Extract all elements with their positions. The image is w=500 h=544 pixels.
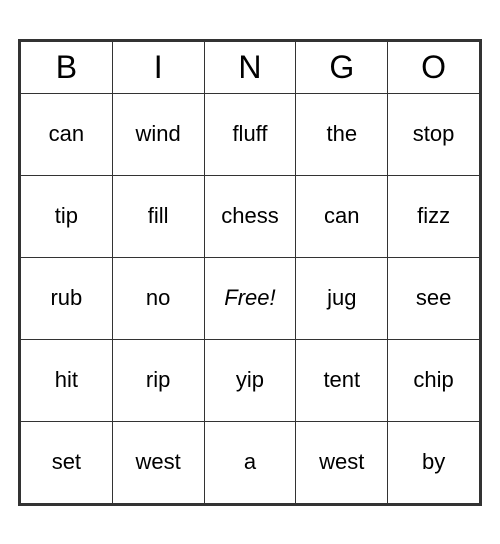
bingo-cell-2-3: jug (296, 257, 388, 339)
bingo-row-4: setwestawestby (21, 421, 480, 503)
bingo-row-2: rubnoFree!jugsee (21, 257, 480, 339)
bingo-card: BINGO canwindfluffthestoptipfillchesscan… (18, 39, 482, 506)
bingo-cell-3-1: rip (112, 339, 204, 421)
header-cell-b: B (21, 41, 113, 93)
bingo-cell-3-3: tent (296, 339, 388, 421)
bingo-cell-2-4: see (388, 257, 480, 339)
bingo-cell-1-2: chess (204, 175, 296, 257)
bingo-cell-4-0: set (21, 421, 113, 503)
bingo-cell-4-3: west (296, 421, 388, 503)
bingo-cell-4-4: by (388, 421, 480, 503)
bingo-cell-1-3: can (296, 175, 388, 257)
bingo-cell-0-1: wind (112, 93, 204, 175)
bingo-cell-1-4: fizz (388, 175, 480, 257)
bingo-cell-3-4: chip (388, 339, 480, 421)
bingo-cell-1-1: fill (112, 175, 204, 257)
bingo-cell-3-0: hit (21, 339, 113, 421)
bingo-cell-2-1: no (112, 257, 204, 339)
bingo-row-0: canwindfluffthestop (21, 93, 480, 175)
header-row: BINGO (21, 41, 480, 93)
bingo-cell-1-0: tip (21, 175, 113, 257)
bingo-row-3: hitripyiptentchip (21, 339, 480, 421)
bingo-cell-2-2: Free! (204, 257, 296, 339)
header-cell-o: O (388, 41, 480, 93)
bingo-cell-0-2: fluff (204, 93, 296, 175)
bingo-cell-0-4: stop (388, 93, 480, 175)
header-cell-n: N (204, 41, 296, 93)
bingo-cell-0-0: can (21, 93, 113, 175)
bingo-cell-3-2: yip (204, 339, 296, 421)
bingo-row-1: tipfillchesscanfizz (21, 175, 480, 257)
header-cell-i: I (112, 41, 204, 93)
bingo-table: BINGO canwindfluffthestoptipfillchesscan… (20, 41, 480, 504)
bingo-cell-4-2: a (204, 421, 296, 503)
bingo-cell-2-0: rub (21, 257, 113, 339)
bingo-cell-4-1: west (112, 421, 204, 503)
header-cell-g: G (296, 41, 388, 93)
bingo-cell-0-3: the (296, 93, 388, 175)
